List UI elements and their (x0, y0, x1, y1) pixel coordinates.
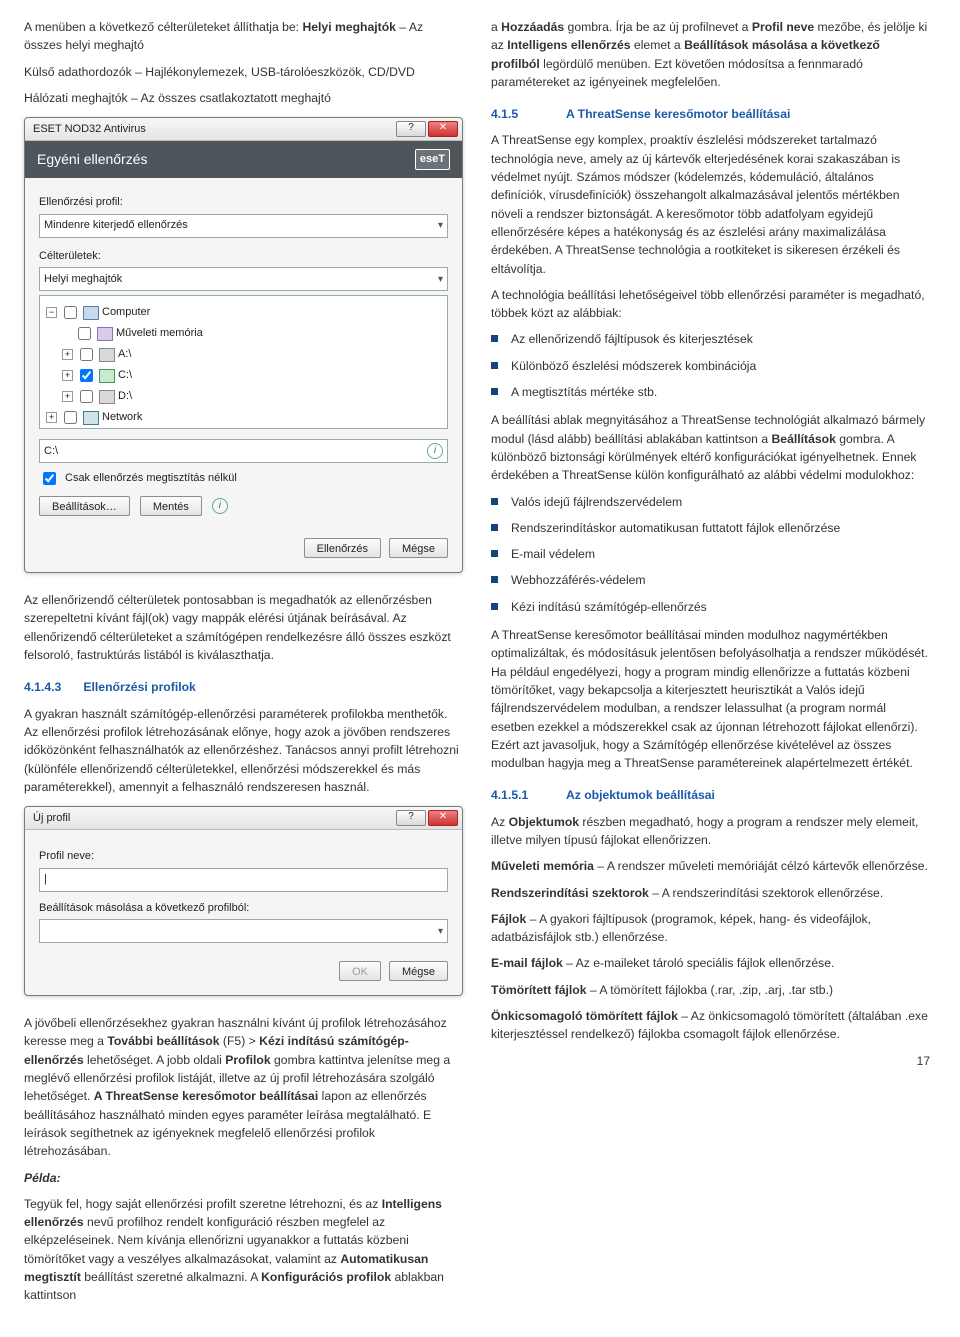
expand-icon[interactable]: + (46, 412, 57, 423)
ts-modules-list: Valós idejű fájlrendszervédelem Rendszer… (491, 493, 930, 616)
targets-paragraph: Az ellenőrizendő célterületek pontosabba… (24, 591, 463, 664)
right-column: a Hozzáadás gombra. Írja be az új profil… (491, 18, 930, 1313)
tree-node-drive-a[interactable]: + A:\ (46, 344, 441, 365)
close-icon[interactable]: ✕ (428, 810, 458, 826)
drive-icon (99, 369, 115, 383)
example-paragraph: Tegyük fel, hogy saját ellenőrzési profi… (24, 1195, 463, 1305)
tree-checkbox[interactable] (80, 348, 93, 361)
targets-tree[interactable]: − Computer Műveleti memória + (39, 295, 448, 429)
tree-checkbox[interactable] (64, 306, 77, 319)
threatsense-p4: A ThreatSense keresőmotor beállításai mi… (491, 626, 930, 772)
path-input[interactable]: C:\ i (39, 439, 448, 463)
chevron-down-icon: ▾ (438, 218, 443, 233)
list-item: Webhozzáférés-védelem (491, 571, 930, 589)
threatsense-p1: A ThreatSense egy komplex, proaktív észl… (491, 131, 930, 277)
save-button[interactable]: Mentés (140, 496, 202, 516)
info-icon[interactable]: i (427, 443, 443, 459)
obj-boot: Rendszerindítási szektorok – A rendszeri… (491, 884, 930, 902)
tree-node-drive-d[interactable]: + D:\ (46, 386, 441, 407)
eset-scan-dialog: ESET NOD32 Antivirus ? ✕ Egyéni ellenőrz… (24, 117, 463, 573)
external-drives-line: Külső adathordozók – Hajlékonylemezek, U… (24, 63, 463, 81)
tree-checkbox[interactable] (80, 390, 93, 403)
profiles-paragraph: A gyakran használt számítógép-ellenőrzés… (24, 705, 463, 796)
expand-icon[interactable]: + (62, 370, 73, 381)
copy-from-dropdown[interactable]: ▾ (39, 919, 448, 943)
dialog-heading: Egyéni ellenőrzés (37, 149, 148, 170)
scan-only-checkbox[interactable] (43, 472, 56, 485)
expand-icon[interactable]: + (62, 391, 73, 402)
future-profiles-paragraph: A jövőbeli ellenőrzésekhez gyakran haszn… (24, 1014, 463, 1160)
tree-checkbox[interactable] (78, 327, 91, 340)
left-column: A menüben a következő célterületeket áll… (24, 18, 463, 1313)
heading-4143: 4.1.4.3 Ellenőrzési profilok (24, 678, 463, 696)
targets-label: Célterületek: (39, 248, 448, 265)
list-item: Kézi indítású számítógép-ellenőrzés (491, 598, 930, 616)
profile-name-label: Profil neve: (39, 848, 448, 865)
copy-from-label: Beállítások másolása a következő profilb… (39, 900, 448, 917)
network-icon (83, 411, 99, 425)
titlebar: ESET NOD32 Antivirus ? ✕ (25, 118, 462, 141)
collapse-icon[interactable]: − (46, 307, 57, 318)
example-heading: Példa: (24, 1169, 463, 1187)
obj-sfx: Önkicsomagoló tömörített fájlok – Az önk… (491, 1007, 930, 1044)
heading-415: 4.1.5 A ThreatSense keresőmotor beállítá… (491, 105, 930, 123)
profile-dropdown[interactable]: Mindenre kiterjedő ellenőrzés ▾ (39, 214, 448, 238)
tree-node-computer[interactable]: − Computer (46, 302, 441, 323)
window-title: ESET NOD32 Antivirus (33, 121, 390, 138)
list-item: Valós idejű fájlrendszervédelem (491, 493, 930, 511)
scan-button[interactable]: Ellenőrzés (304, 538, 381, 558)
dialog-banner: Egyéni ellenőrzés eseT (25, 141, 462, 178)
tree-checkbox[interactable] (64, 411, 77, 424)
chevron-down-icon: ▾ (438, 272, 443, 287)
obj-archives: Tömörített fájlok – A tömörített fájlokb… (491, 981, 930, 999)
cancel-button[interactable]: Mégse (389, 538, 448, 558)
targets-dropdown[interactable]: Helyi meghajtók ▾ (39, 267, 448, 291)
tree-checkbox[interactable] (80, 369, 93, 382)
drive-icon (99, 390, 115, 404)
continuation-paragraph: a Hozzáadás gombra. Írja be az új profil… (491, 18, 930, 91)
threatsense-p3: A beállítási ablak megnyitásához a Threa… (491, 411, 930, 484)
network-drives-line: Hálózati meghajtók – Az összes csatlakoz… (24, 89, 463, 107)
list-item: A megtisztítás mértéke stb. (491, 383, 930, 401)
obj-files: Fájlok – A gyakori fájltípusok (programo… (491, 910, 930, 947)
memory-icon (97, 327, 113, 341)
close-icon[interactable]: ✕ (428, 121, 458, 137)
titlebar: Új profil ? ✕ (25, 807, 462, 830)
intro-paragraph: A menüben a következő célterületeket áll… (24, 18, 463, 55)
tree-node-memory[interactable]: Műveleti memória (46, 323, 441, 344)
objects-intro: Az Objektumok részben megadható, hogy a … (491, 813, 930, 850)
heading-4151: 4.1.5.1 Az objektumok beállításai (491, 786, 930, 804)
expand-icon[interactable]: + (62, 349, 73, 360)
list-item: Az ellenőrizendő fájltípusok és kiterjes… (491, 330, 930, 348)
list-item: E-mail védelem (491, 545, 930, 563)
info-icon[interactable]: i (212, 498, 228, 514)
tree-node-drive-c[interactable]: + C:\ (46, 365, 441, 386)
threatsense-p2: A technológia beállítási lehetőségeivel … (491, 286, 930, 323)
settings-button[interactable]: Beállítások… (39, 496, 130, 516)
new-profile-dialog: Új profil ? ✕ Profil neve: | Beállítások… (24, 806, 463, 996)
help-icon[interactable]: ? (396, 810, 426, 826)
ok-button[interactable]: OK (339, 961, 381, 981)
list-item: Rendszerindításkor automatikusan futtato… (491, 519, 930, 537)
profile-label: Ellenőrzési profil: (39, 194, 448, 211)
window-title: Új profil (33, 810, 390, 827)
chevron-down-icon: ▾ (438, 924, 443, 939)
ts-params-list: Az ellenőrizendő fájltípusok és kiterjes… (491, 330, 930, 401)
list-item: Különböző észlelési módszerek kombináció… (491, 357, 930, 375)
tree-node-network[interactable]: + Network (46, 407, 441, 428)
obj-email: E-mail fájlok – Az e-maileket tároló spe… (491, 954, 930, 972)
cancel-button[interactable]: Mégse (389, 961, 448, 981)
computer-icon (83, 306, 99, 320)
profile-name-input[interactable]: | (39, 868, 448, 892)
help-icon[interactable]: ? (396, 121, 426, 137)
scan-only-label: Csak ellenőrzés megtisztítás nélkül (65, 470, 237, 487)
drive-icon (99, 348, 115, 362)
page-number: 17 (491, 1052, 930, 1070)
eset-logo-icon: eseT (415, 149, 450, 170)
obj-memory: Műveleti memória – A rendszer műveleti m… (491, 857, 930, 875)
